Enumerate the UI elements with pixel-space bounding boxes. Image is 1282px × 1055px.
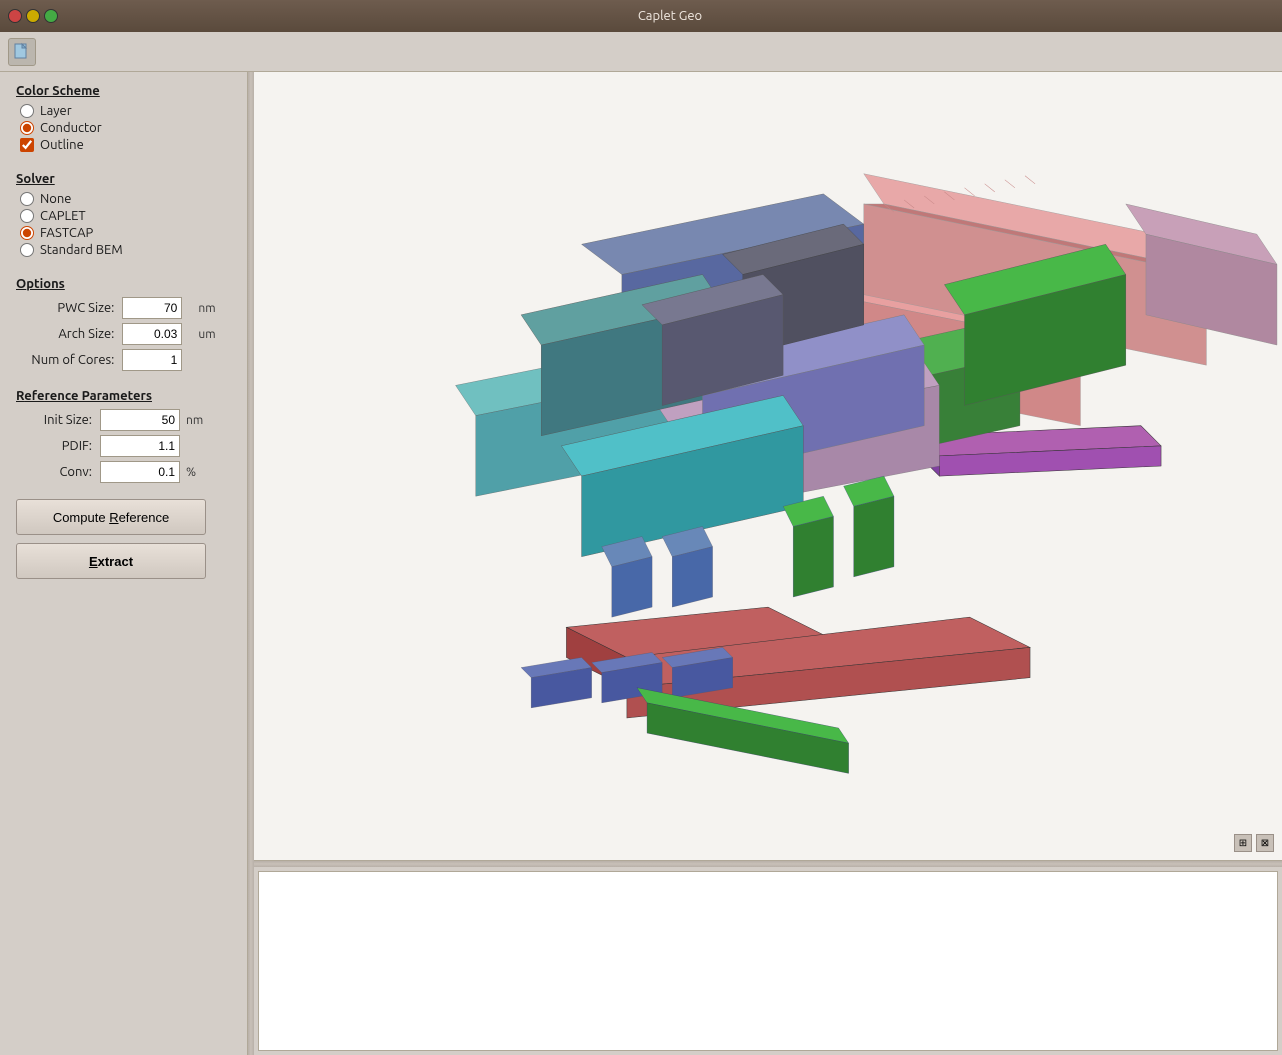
solver-standardbem-radio[interactable] [20, 243, 34, 257]
arch-size-input[interactable] [122, 323, 182, 345]
solver-none-radio[interactable] [20, 192, 34, 206]
3d-viewport[interactable]: ⊞ ⊠ [254, 72, 1282, 861]
init-size-input[interactable] [100, 409, 180, 431]
pwc-size-label: PWC Size: [16, 301, 118, 315]
conv-label: Conv: [16, 465, 96, 479]
color-scheme-group: Layer Conductor Outline [16, 104, 231, 152]
ref-params-title: Reference Parameters [16, 389, 231, 403]
horizontal-divider[interactable] [254, 861, 1282, 867]
solver-fastcap-radio[interactable] [20, 226, 34, 240]
solver-group: None CAPLET FASTCAP Standard BEM [16, 192, 231, 257]
solver-fastcap-label: FASTCAP [40, 226, 93, 240]
solver-none-label: None [40, 192, 72, 206]
solver-caplet-radio[interactable] [20, 209, 34, 223]
conv-input[interactable] [100, 461, 180, 483]
pwc-size-input[interactable] [122, 297, 182, 319]
left-panel: Color Scheme Layer Conductor Outline [0, 72, 248, 1055]
color-outline-checkbox[interactable] [20, 138, 34, 152]
init-size-unit: nm [184, 414, 231, 427]
title-bar: Caplet Geo [0, 0, 1282, 32]
solver-standardbem-label: Standard BEM [40, 243, 123, 257]
color-conductor-option[interactable]: Conductor [20, 121, 231, 135]
pdif-input[interactable] [100, 435, 180, 457]
color-outline-option[interactable]: Outline [20, 138, 231, 152]
app-window: Color Scheme Layer Conductor Outline [0, 32, 1282, 1055]
pdif-label: PDIF: [16, 439, 96, 453]
color-conductor-radio[interactable] [20, 121, 34, 135]
maximize-button[interactable] [44, 9, 58, 23]
num-cores-label: Num of Cores: [16, 353, 118, 367]
main-content: Color Scheme Layer Conductor Outline [0, 72, 1282, 1055]
log-area[interactable] [258, 871, 1278, 1051]
compute-reference-button[interactable]: Compute Reference [16, 499, 206, 535]
color-layer-option[interactable]: Layer [20, 104, 231, 118]
num-cores-input[interactable] [122, 349, 182, 371]
init-size-label: Init Size: [16, 413, 96, 427]
file-icon[interactable] [8, 38, 36, 66]
solver-title: Solver [16, 172, 231, 186]
options-grid: PWC Size: nm Arch Size: um Num of Cores: [16, 297, 231, 371]
options-title: Options [16, 277, 231, 291]
ref-params-grid: Init Size: nm PDIF: Conv: % [16, 409, 231, 483]
solver-caplet-label: CAPLET [40, 209, 86, 223]
color-outline-label: Outline [40, 138, 84, 152]
close-button[interactable] [8, 9, 22, 23]
solver-none-option[interactable]: None [20, 192, 231, 206]
solver-standardbem-option[interactable]: Standard BEM [20, 243, 231, 257]
right-area: ⊞ ⊠ [254, 72, 1282, 1055]
color-layer-label: Layer [40, 104, 72, 118]
3d-visualization [254, 72, 1282, 860]
conv-unit: % [184, 466, 231, 479]
viewport-close-button[interactable]: ⊠ [1256, 834, 1274, 852]
color-layer-radio[interactable] [20, 104, 34, 118]
color-conductor-label: Conductor [40, 121, 102, 135]
solver-fastcap-option[interactable]: FASTCAP [20, 226, 231, 240]
pwc-size-unit: nm [196, 302, 231, 315]
minimize-button[interactable] [26, 9, 40, 23]
color-scheme-title: Color Scheme [16, 84, 231, 98]
window-title: Caplet Geo [66, 9, 1274, 23]
extract-button[interactable]: Extract [16, 543, 206, 579]
arch-size-unit: um [196, 328, 231, 341]
toolbar [0, 32, 1282, 72]
viewport-controls: ⊞ ⊠ [1234, 834, 1274, 852]
viewport-expand-button[interactable]: ⊞ [1234, 834, 1252, 852]
solver-caplet-option[interactable]: CAPLET [20, 209, 231, 223]
arch-size-label: Arch Size: [16, 327, 118, 341]
window-controls[interactable] [8, 9, 58, 23]
